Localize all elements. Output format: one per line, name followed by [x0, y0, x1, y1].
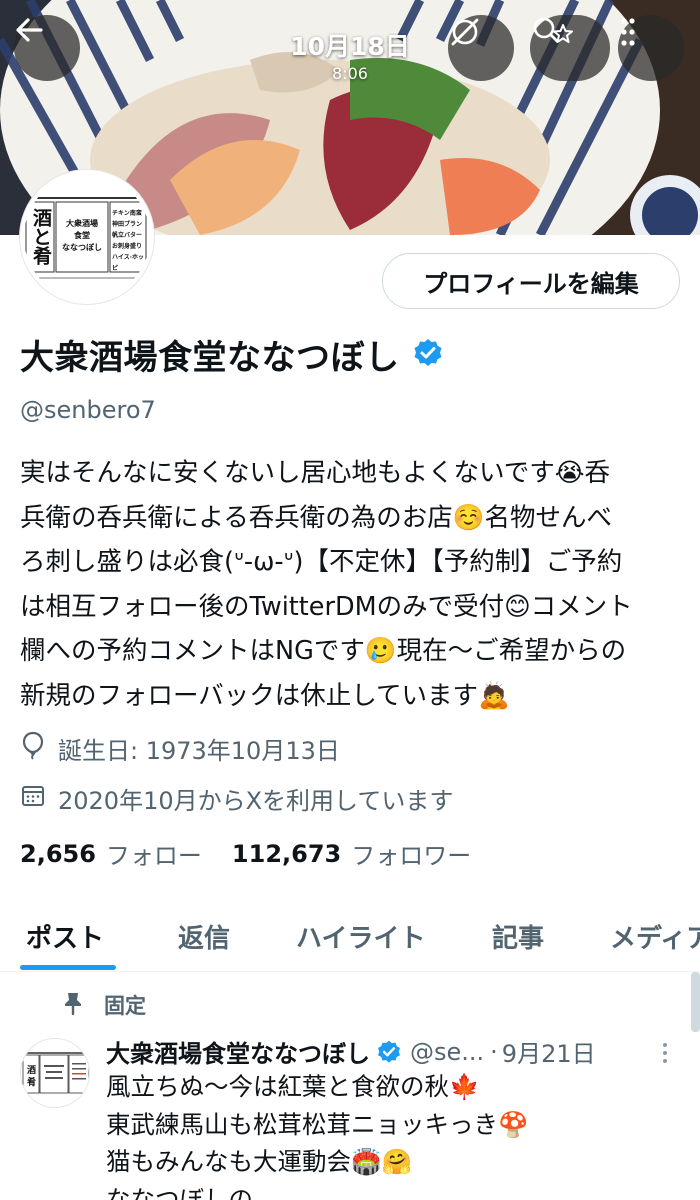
profile-handle: @senbero7: [20, 396, 156, 424]
back-button[interactable]: [14, 15, 80, 81]
post-avatar[interactable]: 酒 肴: [20, 1038, 90, 1108]
followers-label[interactable]: フォロワー: [351, 836, 471, 871]
profile-avatar[interactable]: 酒と肴 大衆酒場 食堂 ななつぼし チキン南蛮 神田ブラン 帆立バター お刺身盛…: [20, 170, 154, 304]
followers-count[interactable]: 112,673: [232, 840, 341, 868]
tab-replies[interactable]: 返信: [178, 918, 230, 955]
svg-text:酒: 酒: [27, 1064, 36, 1076]
post-more-icon[interactable]: [658, 1040, 672, 1070]
more-button[interactable]: [618, 15, 684, 81]
post-date[interactable]: 9月21日: [502, 1034, 596, 1069]
calendar-icon: [20, 783, 58, 815]
follow-stats: 2,656 フォロー 112,673 フォロワー: [20, 836, 501, 871]
joined-row: 2020年10月からXを利用しています: [20, 781, 453, 816]
birthday-text: 誕生日: 1973年10月13日: [58, 736, 340, 765]
post-author-handle[interactable]: @se...: [410, 1038, 484, 1066]
scrollbar[interactable]: [691, 972, 700, 1032]
following-count[interactable]: 2,656: [20, 840, 96, 868]
post-text[interactable]: 風立ちぬ〜今は紅葉と食欲の秋🍁 東武練馬山も松茸松茸ニョッキっき🍄 猫もみんなも…: [106, 1068, 686, 1200]
edit-profile-button[interactable]: プロフィールを編集: [382, 253, 680, 309]
avatar-center-text: 大衆酒場 食堂 ななつぼし: [62, 219, 102, 252]
avatar-left-text: 酒と肴: [30, 208, 52, 265]
active-tab-indicator: [20, 965, 116, 970]
profile-bio: 実はそんなに安くないし居心地もよくないです😭呑 兵衛の呑兵衛による呑兵衛の為のお…: [20, 458, 633, 711]
tab-posts[interactable]: ポスト: [26, 918, 104, 955]
profile-tabs: ポスト 返信 ハイライト 記事 メディア: [0, 900, 700, 972]
search-button[interactable]: [530, 15, 610, 81]
post-separator: ·: [490, 1037, 498, 1066]
following-label[interactable]: フォロー: [106, 836, 202, 871]
birthday-row: 誕生日: 1973年10月13日: [20, 730, 340, 766]
post-header: 大衆酒場食堂ななつぼし @se... · 9月21日: [106, 1034, 596, 1069]
pin-icon: [62, 991, 104, 1020]
joined-text: 2020年10月からXを利用しています: [58, 787, 454, 815]
tab-highlights[interactable]: ハイライト: [296, 918, 425, 955]
grok-button[interactable]: [448, 15, 514, 81]
svg-text:肴: 肴: [27, 1076, 36, 1088]
tab-media[interactable]: メディア: [610, 918, 700, 955]
verified-badge-icon[interactable]: [376, 1039, 402, 1065]
noren-logo-small: 酒 肴: [21, 1039, 89, 1107]
pinned-label-row: 固定: [62, 990, 146, 1020]
verified-badge-icon[interactable]: [412, 337, 444, 373]
display-name: 大衆酒場食堂ななつぼし: [20, 338, 400, 378]
pinned-label: 固定: [104, 994, 146, 1018]
tab-articles[interactable]: 記事: [492, 918, 544, 955]
balloon-icon: [20, 730, 58, 766]
name-row: 大衆酒場食堂ななつぼし: [20, 330, 444, 379]
post-author-name[interactable]: 大衆酒場食堂ななつぼし: [106, 1034, 370, 1069]
avatar-right-text: チキン南蛮 神田ブラン 帆立バター お刺身盛り ハイス·ホッピ: [112, 210, 144, 272]
